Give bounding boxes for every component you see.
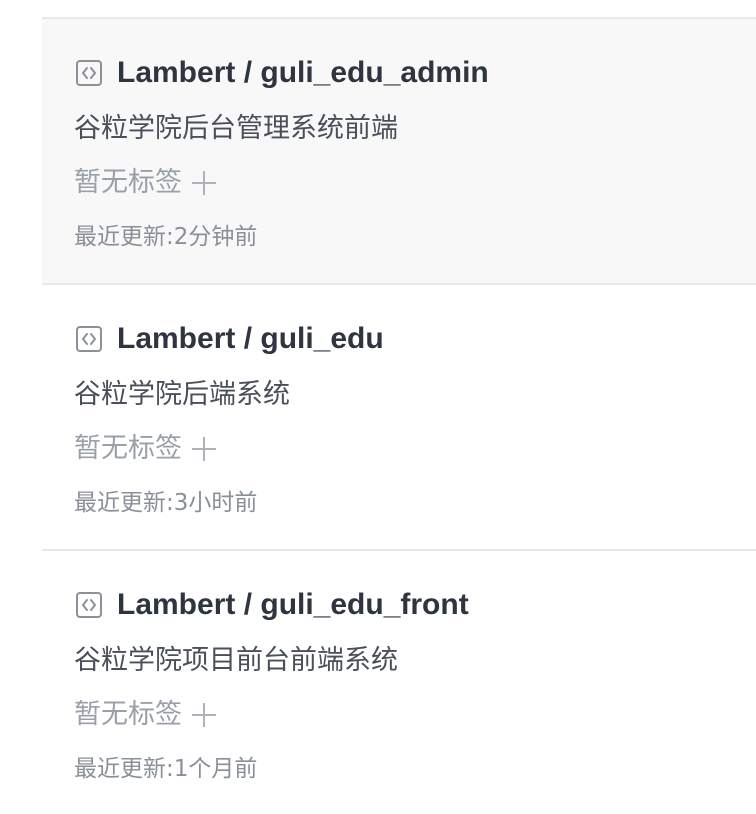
add-tag-plus-icon[interactable] xyxy=(192,171,216,195)
code-repo-icon xyxy=(76,60,102,86)
last-updated: 最近更新:2分钟前 xyxy=(74,222,257,252)
list-item-repo-guli-edu-front[interactable]: Lambert / guli_edu_front 谷粒学院项目前台前端系统 暂无… xyxy=(42,551,756,814)
last-updated: 最近更新:3小时前 xyxy=(74,488,257,518)
no-tags-label: 暂无标签 xyxy=(74,699,182,730)
repo-tags: 暂无标签 xyxy=(74,165,216,201)
repo-description: 谷粒学院后台管理系统前端 xyxy=(74,113,398,144)
list-item-repo-guli-edu[interactable]: Lambert / guli_edu 谷粒学院后端系统 暂无标签 最近更新:3小… xyxy=(42,285,756,551)
repo-name-link[interactable]: Lambert / guli_edu_admin xyxy=(117,55,489,91)
repo-tags: 暂无标签 xyxy=(74,697,216,733)
last-updated-label: 最近更新: xyxy=(74,224,174,250)
add-tag-plus-icon[interactable] xyxy=(192,703,216,727)
repository-list: Lambert / guli_edu_admin 谷粒学院后台管理系统前端 暂无… xyxy=(42,0,756,814)
repo-description: 谷粒学院项目前台前端系统 xyxy=(74,645,398,676)
code-repo-icon xyxy=(76,592,102,618)
last-updated-label: 最近更新: xyxy=(74,490,174,516)
repo-tags: 暂无标签 xyxy=(74,431,216,467)
repo-name-link[interactable]: Lambert / guli_edu xyxy=(117,321,384,357)
repo-description: 谷粒学院后端系统 xyxy=(74,379,290,410)
add-tag-plus-icon[interactable] xyxy=(192,437,216,461)
list-item-repo-guli-edu-admin[interactable]: Lambert / guli_edu_admin 谷粒学院后台管理系统前端 暂无… xyxy=(42,19,756,285)
repo-name-link[interactable]: Lambert / guli_edu_front xyxy=(117,587,469,623)
last-updated: 最近更新:1个月前 xyxy=(74,754,257,784)
last-updated-value: 3小时前 xyxy=(173,490,258,516)
no-tags-label: 暂无标签 xyxy=(74,167,182,198)
no-tags-label: 暂无标签 xyxy=(74,433,182,464)
code-repo-icon xyxy=(76,326,102,352)
last-updated-value: 2分钟前 xyxy=(173,224,258,250)
last-updated-label: 最近更新: xyxy=(74,756,174,782)
last-updated-value: 1个月前 xyxy=(173,756,258,782)
